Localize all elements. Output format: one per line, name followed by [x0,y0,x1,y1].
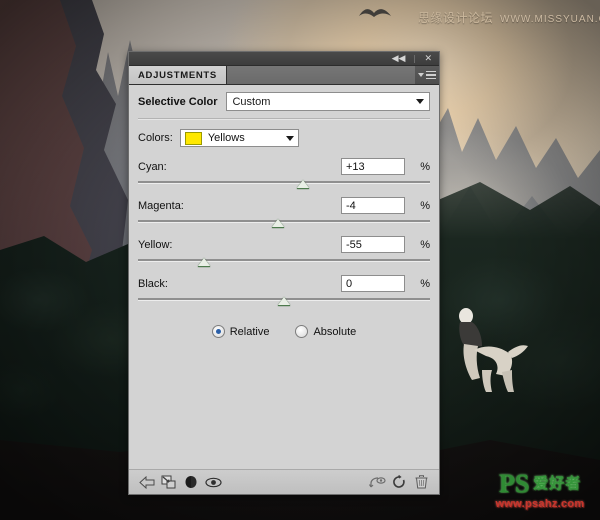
colors-value: Yellows [207,132,245,144]
slider-label: Yellow: [138,238,173,251]
collapse-panel-icon[interactable]: ◀◀ [392,54,406,63]
chevron-down-icon [416,99,424,104]
slider-unit: % [420,160,430,173]
delete-adjustment-icon[interactable] [410,473,432,491]
slider-header: Yellow: -55% [138,236,430,253]
watermark-cn-text: 思缘设计论坛 [418,11,494,25]
tab-adjustments-label: ADJUSTMENTS [138,69,217,81]
menu-lines-icon [426,70,436,80]
watermark-url-text: WWW.MISSYUAN.COM [500,14,600,25]
site-watermark: 思缘设计论坛 WWW.MISSYUAN.COM [418,9,600,26]
slider-unit: % [420,238,430,251]
clip-to-layer-icon[interactable] [158,473,180,491]
psahz-logo: PS 爱好者 www.psahz.com [486,466,594,514]
slider-label: Cyan: [138,160,167,173]
panel-footer-toolbar [129,469,439,494]
colors-dropdown[interactable]: Yellows [179,129,299,147]
slider-track[interactable] [138,178,430,190]
slider-magenta: Magenta: -4% [138,197,430,229]
colors-label: Colors: [138,132,173,144]
tab-adjustments[interactable]: ADJUSTMENTS [129,66,227,84]
slider-track[interactable] [138,256,430,268]
radio-absolute-label: Absolute [313,325,357,338]
logo-ps-text: PS [498,468,530,498]
toggle-layer-visibility-icon[interactable] [202,473,224,491]
adjustment-title: Selective Color [138,95,218,108]
bird-silhouette-icon [358,6,392,22]
radio-relative-label: Relative [229,325,270,338]
adjustments-panel: ◀◀ ✕ ADJUSTMENTS Selective Color Custom … [128,51,440,495]
color-swatch-icon [184,131,202,145]
slider-value-input[interactable]: -4 [341,197,405,214]
slider-label: Black: [138,277,168,290]
preset-value: Custom [232,95,271,108]
reset-adjustment-icon[interactable] [388,473,410,491]
slider-thumb[interactable] [278,297,290,306]
slider-thumb[interactable] [197,258,210,267]
return-to-adjustment-list-icon[interactable] [136,473,158,491]
slider-header: Black: 0% [138,275,430,292]
slider-value-input[interactable]: -55 [341,236,405,253]
panel-tabbar: ADJUSTMENTS [129,66,439,85]
tabbar-empty-area [226,66,415,84]
menu-triangle-icon [418,73,424,77]
slider-value-input[interactable]: 0 [341,275,405,292]
toggle-layer-mask-icon[interactable] [180,473,202,491]
method-radio-group: Relative Absolute [138,325,430,338]
panel-titlebar: ◀◀ ✕ [129,52,439,66]
slider-unit: % [420,199,430,212]
slider-line [138,181,430,184]
panel-menu-icon[interactable] [415,66,439,84]
slider-thumb[interactable] [296,180,309,189]
radio-relative[interactable]: Relative [211,325,270,338]
slider-cyan: Cyan: +13% [138,158,430,190]
radio-absolute-dot-icon [295,325,309,338]
slider-line [138,259,430,262]
slider-group: Cyan: +13% Magenta: -4% Yellow: -55% Black: 0% [138,158,430,307]
radio-absolute[interactable]: Absolute [295,325,356,338]
chevron-down-icon [285,135,294,141]
slider-track[interactable] [138,217,430,229]
titlebar-divider [414,54,416,63]
preset-dropdown[interactable]: Custom [226,92,430,111]
view-previous-state-icon[interactable] [366,473,388,491]
slider-yellow: Yellow: -55% [138,236,430,268]
panel-body: Selective Color Custom Colors: Yellows C… [129,85,439,338]
logo-cn-text: 爱好者 [533,474,582,492]
slider-header: Cyan: +13% [138,158,430,175]
panel-divider [138,118,430,120]
logo-url-text: www.psahz.com [495,497,585,510]
radio-relative-dot-icon [211,325,225,338]
colors-row: Colors: Yellows [138,129,430,147]
slider-black: Black: 0% [138,275,430,307]
close-panel-icon[interactable]: ✕ [424,54,432,63]
slider-track[interactable] [138,295,430,307]
horse-and-rider-silhouette [452,300,530,392]
slider-value-input[interactable]: +13 [341,158,405,175]
preset-row: Selective Color Custom [138,92,430,111]
slider-label: Magenta: [138,199,184,212]
slider-thumb[interactable] [272,219,285,228]
slider-header: Magenta: -4% [138,197,430,214]
slider-unit: % [420,277,430,290]
